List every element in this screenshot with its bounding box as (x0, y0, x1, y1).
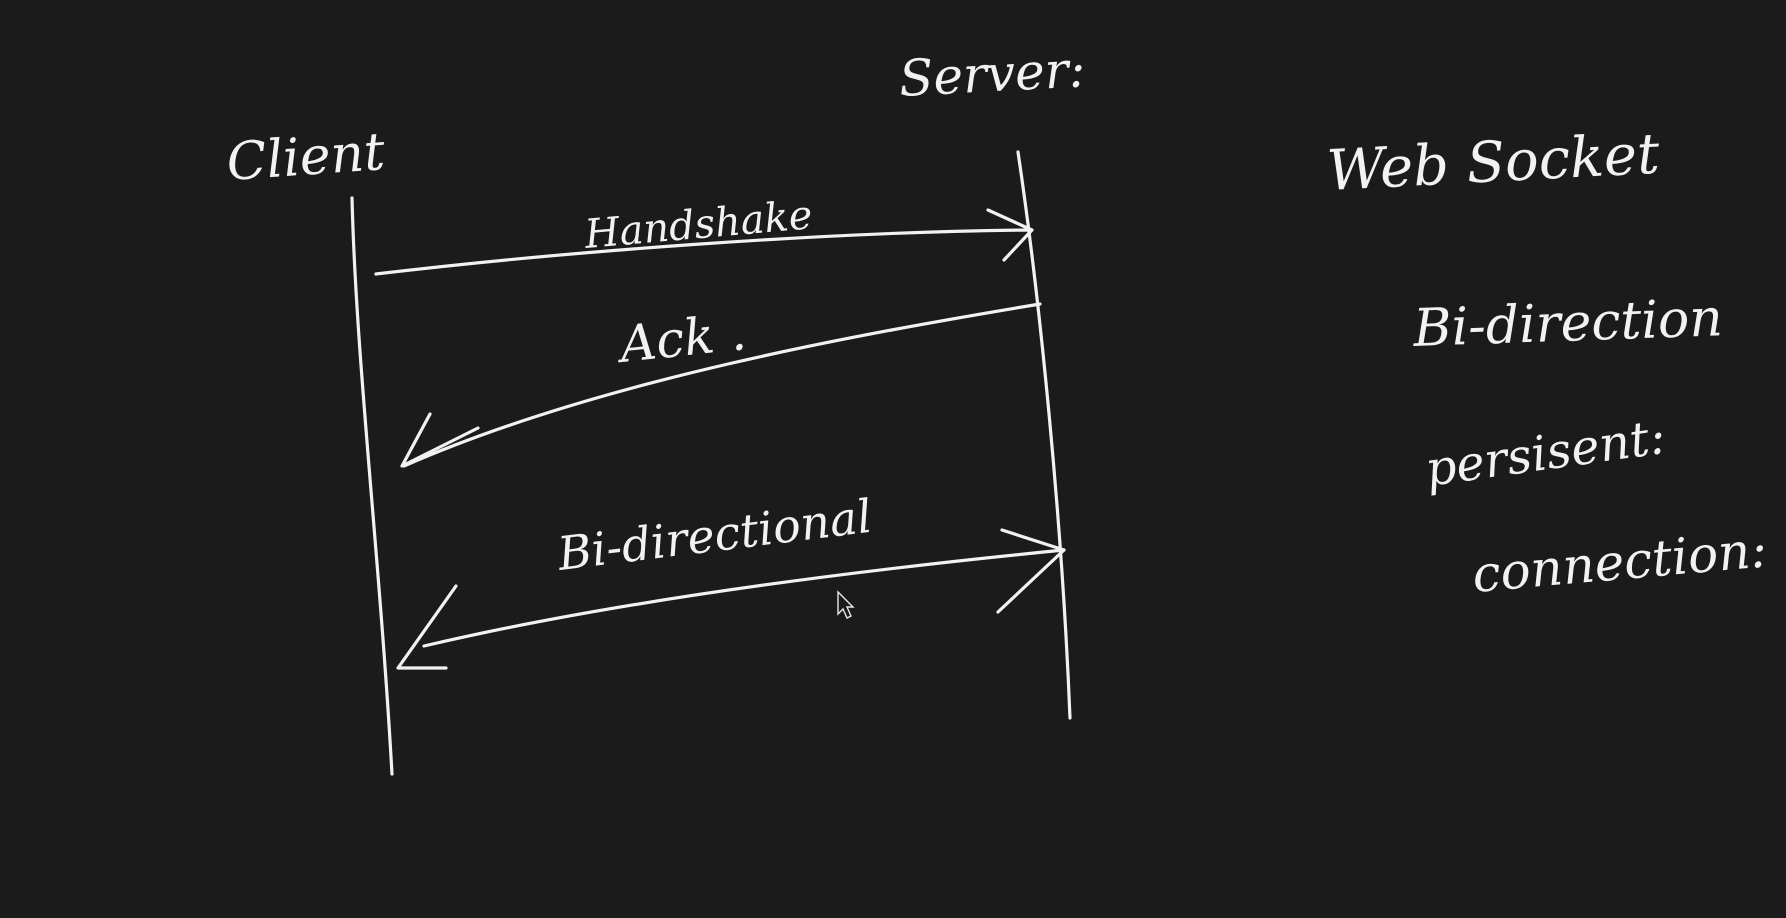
websocket-title: Web Socket (1325, 122, 1661, 204)
bidirectional-label: Bi-directional (554, 489, 875, 581)
handshake-arrowhead (986, 208, 1034, 262)
mouse-pointer-icon (837, 590, 855, 619)
client-label: Client (225, 122, 387, 193)
note-persistent: persisent: (1422, 409, 1669, 498)
bidirectional-arrowhead-right (996, 528, 1066, 614)
handshake-label: Handshake (582, 192, 814, 258)
server-label: Server: (898, 40, 1087, 108)
client-lifeline (350, 196, 394, 776)
note-connection: connection: (1470, 520, 1769, 604)
sequence-diagram: Client Server: Handshake Ack . Bi-direct… (225, 40, 1769, 776)
bidirectional-arrowhead-left (396, 584, 458, 670)
whiteboard-canvas: Client Server: Handshake Ack . Bi-direct… (0, 0, 1786, 918)
note-bi-direction: Bi-direction (1411, 288, 1723, 359)
bidirectional-arrow-line (422, 548, 1066, 648)
